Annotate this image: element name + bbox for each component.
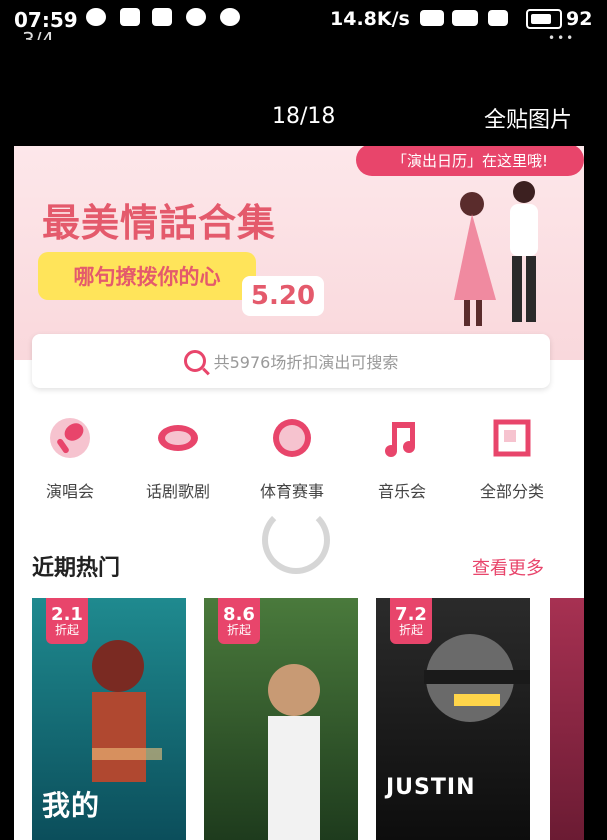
viewer-header: 18/18 全贴图片 bbox=[0, 40, 607, 146]
discount-suffix: 折起 bbox=[398, 623, 423, 638]
music-note-icon bbox=[385, 422, 415, 457]
category-drama-opera[interactable]: 话剧歌剧 bbox=[128, 416, 228, 502]
battery-icon bbox=[526, 9, 562, 29]
poster-card-1[interactable]: 2.1 折起 我的 bbox=[32, 598, 186, 840]
show-calendar-badge[interactable]: 「演出日历」在这里哦! bbox=[356, 146, 584, 176]
poster-card-4-partial[interactable] bbox=[550, 598, 584, 840]
nfc-icon bbox=[420, 10, 444, 26]
network-speed: 14.8K/s bbox=[330, 8, 410, 30]
discount-suffix: 折起 bbox=[226, 623, 251, 638]
search-placeholder: 共5976场折扣演出可搜索 bbox=[213, 353, 399, 372]
notification-dot-icon bbox=[86, 8, 106, 26]
loading-spinner-icon bbox=[262, 506, 330, 574]
image-counter: 18/18 bbox=[272, 104, 336, 129]
discount-value: 2.1 bbox=[51, 603, 83, 625]
discount-value: 8.6 bbox=[223, 603, 255, 625]
wifi-icon bbox=[452, 10, 478, 26]
drama-mask-icon bbox=[158, 425, 198, 451]
banner-bubble: 哪句撩拨你的心 bbox=[38, 252, 256, 300]
poster-card-2[interactable]: 8.6 折起 bbox=[204, 598, 358, 840]
screenshot-content: 「演出日历」在这里哦! 最美情話合集 哪句撩拨你的心 5.20 共5976场折扣… bbox=[14, 146, 584, 840]
banner-title: 最美情話合集 bbox=[42, 201, 277, 245]
see-more-link[interactable]: 查看更多 bbox=[472, 554, 544, 580]
promo-banner[interactable]: 「演出日历」在这里哦! 最美情話合集 哪句撩拨你的心 5.20 bbox=[14, 146, 584, 360]
poster-card-3[interactable]: 7.2 折起 JUSTIN bbox=[376, 598, 530, 840]
category-label: 音乐会 bbox=[377, 482, 426, 501]
category-concert[interactable]: 演唱会 bbox=[20, 416, 120, 502]
discount-badge: 8.6 折起 bbox=[218, 598, 260, 644]
category-label: 话剧歌剧 bbox=[145, 482, 210, 501]
search-bar[interactable]: 共5976场折扣演出可搜索 bbox=[32, 334, 550, 388]
poster-list: 2.1 折起 我的 8.6 折起 7.2 折起 JUSTIN bbox=[14, 598, 584, 840]
discount-badge: 2.1 折起 bbox=[46, 598, 88, 644]
man-illustration-icon bbox=[510, 181, 538, 322]
ball-icon bbox=[273, 419, 311, 457]
category-label: 全部分类 bbox=[479, 482, 544, 501]
grid-icon bbox=[493, 419, 531, 457]
category-all[interactable]: 全部分类 bbox=[462, 416, 562, 502]
category-label: 演唱会 bbox=[45, 482, 94, 501]
discount-suffix: 折起 bbox=[54, 623, 79, 638]
category-row: 演唱会 话剧歌剧 体育赛事 音乐会 全部分类 bbox=[14, 416, 584, 516]
poster-title: JUSTIN bbox=[386, 775, 476, 800]
weibo-icon bbox=[220, 8, 240, 26]
category-sports[interactable]: 体育赛事 bbox=[242, 416, 342, 502]
category-music[interactable]: 音乐会 bbox=[352, 416, 452, 502]
hd-icon bbox=[488, 10, 508, 26]
category-label: 体育赛事 bbox=[259, 482, 324, 501]
search-icon bbox=[183, 350, 206, 372]
battery-level: 92 bbox=[566, 8, 593, 30]
discount-value: 7.2 bbox=[395, 603, 427, 625]
banner-date: 5.20 bbox=[242, 276, 324, 316]
status-bar: 07:59 3/4 14.8K/s 92 ••• bbox=[0, 0, 607, 52]
app-icon bbox=[120, 8, 140, 26]
discount-badge: 7.2 折起 bbox=[390, 598, 432, 644]
microphone-icon bbox=[50, 418, 90, 458]
save-all-images-button[interactable]: 全贴图片 bbox=[484, 102, 572, 134]
chat-icon bbox=[186, 8, 206, 26]
app-icon-2 bbox=[152, 8, 172, 26]
section-title: 近期热门 bbox=[32, 556, 121, 581]
poster-title: 我的 bbox=[42, 789, 101, 822]
